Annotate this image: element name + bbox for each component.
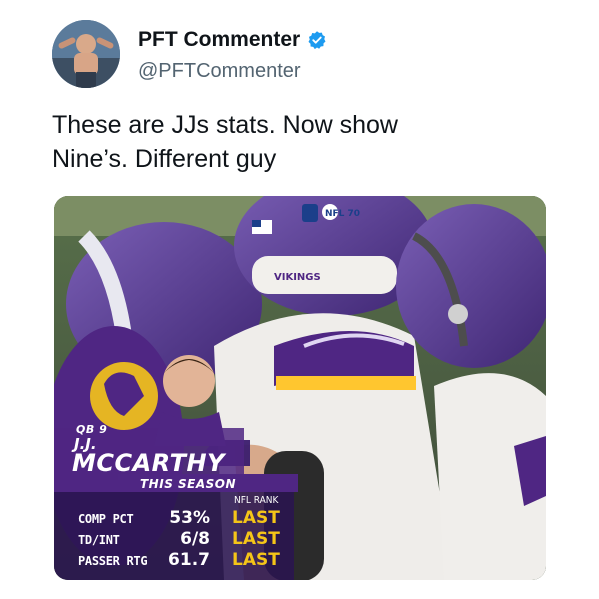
stat-label: COMP PCT xyxy=(78,512,134,526)
tweet-text-line: Nine’s. Different guy xyxy=(52,145,277,173)
nfl-logo-icon xyxy=(302,204,318,222)
stat-row: COMP PCT 53% LAST xyxy=(54,508,304,530)
helmet-word: VIKINGS xyxy=(274,272,321,283)
display-name[interactable]: PFT Commenter xyxy=(138,28,300,52)
verified-badge-icon xyxy=(308,31,326,50)
tweet-media[interactable]: VIKINGS NFL 70 QB 9 J.J. MCCARTHY THIS S… xyxy=(54,196,546,580)
stat-label: PASSER RTG xyxy=(78,554,148,568)
player-last-name: MCCARTHY xyxy=(72,449,225,477)
rank-header: NFL RANK xyxy=(234,495,279,506)
stat-value: 53% xyxy=(169,508,210,528)
user-handle[interactable]: @PFTCommenter xyxy=(138,60,301,83)
name-row: PFT Commenter xyxy=(138,28,327,52)
tweet-body: These are JJs stats. Now show Nine’s. Di… xyxy=(52,108,552,176)
tweet-text-line: These are JJs stats. Now show xyxy=(52,111,398,139)
stat-rank: LAST xyxy=(232,550,280,570)
tweet-header: PFT Commenter @PFTCommenter xyxy=(52,20,572,90)
season-label: THIS SEASON xyxy=(140,477,237,491)
player-headshot xyxy=(163,355,215,407)
stat-row: PASSER RTG 61.7 LAST xyxy=(54,550,304,572)
stat-rank: LAST xyxy=(232,529,280,549)
stat-value: 61.7 xyxy=(168,550,210,570)
stat-row: TD/INT 6/8 LAST xyxy=(54,529,304,551)
avatar[interactable] xyxy=(52,20,120,88)
stat-value: 6/8 xyxy=(180,529,210,549)
helmet-logo: NFL 70 xyxy=(325,209,360,219)
stat-label: TD/INT xyxy=(78,533,120,547)
stat-rank: LAST xyxy=(232,508,280,528)
